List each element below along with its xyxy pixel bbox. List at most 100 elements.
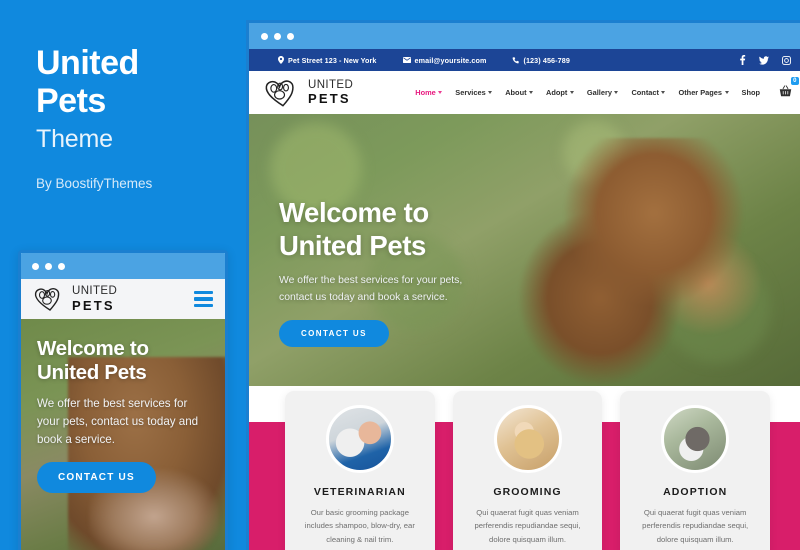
- window-dot-maximize-icon: [287, 32, 294, 40]
- hero-heading: Welcome to United Pets: [279, 196, 800, 262]
- facebook-icon[interactable]: [739, 55, 746, 65]
- veterinarian-photo: [325, 405, 394, 473]
- twitter-icon[interactable]: [759, 55, 769, 65]
- hero-heading-line2: United Pets: [279, 230, 426, 261]
- hero-section: Welcome to United Pets We offer the best…: [249, 114, 800, 386]
- screenshot-stage: United Pets Theme By BoostifyThemes UNIT…: [0, 0, 800, 550]
- nav-item-label: Other Pages: [678, 88, 723, 97]
- hero-content: Welcome to United Pets We offer the best…: [249, 114, 800, 348]
- nav-item-contact[interactable]: Contact: [631, 88, 666, 97]
- desktop-mockup: Pet Street 123 - New York email@yoursite…: [246, 20, 800, 550]
- mobile-mockup: UNITED PETS Welcome to United Pets We of…: [18, 250, 228, 550]
- envelope-icon: [402, 57, 411, 63]
- topbar-email: email@yoursite.com: [402, 56, 487, 65]
- nav-item-about[interactable]: About: [505, 88, 534, 97]
- mobile-hero-heading-line1: Welcome to: [37, 337, 149, 360]
- nav-item-services[interactable]: Services: [455, 88, 493, 97]
- grooming-photo: [493, 405, 562, 473]
- topbar-email-text[interactable]: email@yoursite.com: [415, 56, 487, 65]
- mobile-contact-us-button[interactable]: CONTACT US: [37, 462, 156, 494]
- desktop-browser-chrome: [249, 23, 800, 49]
- mobile-logo-top: UNITED: [72, 285, 118, 298]
- hero-heading-line1: Welcome to: [279, 197, 429, 228]
- service-card-text: Qui quaerat fugit quas veniam perferendi…: [474, 508, 581, 544]
- hamburger-bar: [194, 297, 213, 301]
- hamburger-bar: [194, 291, 213, 295]
- nav-item-adopt[interactable]: Adopt: [546, 88, 574, 97]
- chevron-down-icon: [614, 91, 619, 94]
- promo-title: United Pets: [36, 44, 236, 120]
- paw-heart-logo-icon: [265, 79, 294, 107]
- promo-subtitle: Theme: [36, 125, 113, 154]
- service-card-title: VETERINARIAN: [313, 486, 406, 498]
- window-dot-minimize-icon: [45, 262, 52, 270]
- service-card-title: GROOMING: [493, 486, 562, 498]
- mobile-browser-chrome: [21, 253, 225, 279]
- nav-item-label: Contact: [631, 88, 659, 97]
- chevron-down-icon: [438, 91, 443, 94]
- topbar-address: Pet Street 123 - New York: [278, 56, 377, 65]
- nav-item-label: Services: [455, 88, 486, 97]
- adoption-photo: [661, 405, 730, 473]
- mobile-logo-text: UNITED PETS: [72, 286, 117, 312]
- top-contact-group: Pet Street 123 - New York email@yoursite…: [278, 56, 570, 65]
- hamburger-menu-icon[interactable]: [194, 291, 213, 307]
- window-dot-close-icon: [261, 32, 268, 40]
- mobile-header: UNITED PETS: [21, 279, 225, 319]
- service-cards: VETERINARIAN Our basic grooming package …: [249, 391, 800, 550]
- chevron-down-icon: [488, 91, 493, 94]
- site-logo[interactable]: UNITED PETS: [263, 78, 353, 108]
- mobile-hero-heading: Welcome to United Pets: [37, 337, 209, 385]
- promo-author: By BoostifyThemes: [36, 176, 153, 192]
- mobile-hero: Welcome to United Pets We offer the best…: [21, 319, 225, 550]
- promo-title-line2: Pets: [36, 82, 106, 121]
- phone-icon: [513, 56, 520, 63]
- map-pin-icon: [278, 56, 284, 64]
- nav-item-label: Shop: [741, 88, 760, 97]
- topbar-phone-text[interactable]: (123) 456-789: [523, 56, 569, 65]
- top-info-bar: Pet Street 123 - New York email@yoursite…: [249, 49, 800, 71]
- mobile-logo[interactable]: UNITED PETS: [33, 286, 117, 312]
- mobile-hero-heading-line2: United Pets: [37, 361, 147, 385]
- nav-item-label: Adopt: [546, 88, 568, 97]
- shopping-basket-icon: [779, 84, 792, 96]
- mobile-hero-content: Welcome to United Pets We offer the best…: [21, 319, 225, 494]
- nav-item-shop[interactable]: Shop: [742, 88, 760, 97]
- service-card-text: Our basic grooming package includes sham…: [304, 508, 415, 544]
- service-card-adoption[interactable]: ADOPTION Qui quaerat fugit quas veniam p…: [620, 391, 771, 550]
- nav-item-label: Gallery: [586, 88, 612, 97]
- chevron-down-icon: [661, 91, 666, 94]
- promo-text-block: United Pets Theme By BoostifyThemes: [36, 44, 236, 191]
- cart-badge: 0: [790, 76, 799, 85]
- topbar-address-text: Pet Street 123 - New York: [288, 55, 377, 65]
- hero-paragraph-line1: We offer the best services for your pets…: [279, 275, 463, 286]
- service-card-title: ADOPTION: [663, 486, 728, 498]
- main-navbar: UNITED PETS Home Services About Adopt Ga…: [249, 71, 800, 114]
- contact-us-button[interactable]: CONTACT US: [279, 320, 389, 348]
- topbar-phone: (123) 456-789: [512, 56, 570, 65]
- nav-item-other-pages[interactable]: Other Pages: [678, 88, 729, 97]
- service-card-veterinarian[interactable]: VETERINARIAN Our basic grooming package …: [285, 391, 435, 550]
- mobile-logo-bottom: PETS: [72, 297, 115, 313]
- cart-button[interactable]: 0: [779, 76, 799, 102]
- nav-item-gallery[interactable]: Gallery: [587, 88, 619, 97]
- mobile-hero-paragraph: We offer the best services for your pets…: [37, 397, 199, 446]
- hamburger-bar: [194, 303, 213, 307]
- service-card-grooming[interactable]: GROOMING Qui quaerat fugit quas veniam p…: [452, 391, 603, 550]
- promo-title-line1: United: [36, 44, 139, 82]
- nav-menu: Home Services About Adopt Gallery Contac…: [415, 76, 799, 102]
- logo-bottom-word: PETS: [308, 91, 351, 107]
- window-dot-maximize-icon: [58, 262, 65, 270]
- window-dot-minimize-icon: [274, 32, 281, 40]
- service-card-text: Qui quaerat fugit quas veniam perferendi…: [642, 508, 749, 544]
- social-links: [739, 55, 791, 65]
- instagram-icon[interactable]: [782, 55, 791, 65]
- chevron-down-icon: [724, 91, 729, 94]
- window-dot-close-icon: [32, 262, 39, 270]
- chevron-down-icon: [569, 91, 574, 94]
- nav-item-label: Home: [415, 88, 436, 97]
- site-logo-text: UNITED PETS: [308, 79, 353, 107]
- chevron-down-icon: [529, 91, 534, 94]
- nav-item-home[interactable]: Home: [415, 88, 443, 97]
- hero-paragraph: We offer the best services for your pets…: [279, 273, 800, 306]
